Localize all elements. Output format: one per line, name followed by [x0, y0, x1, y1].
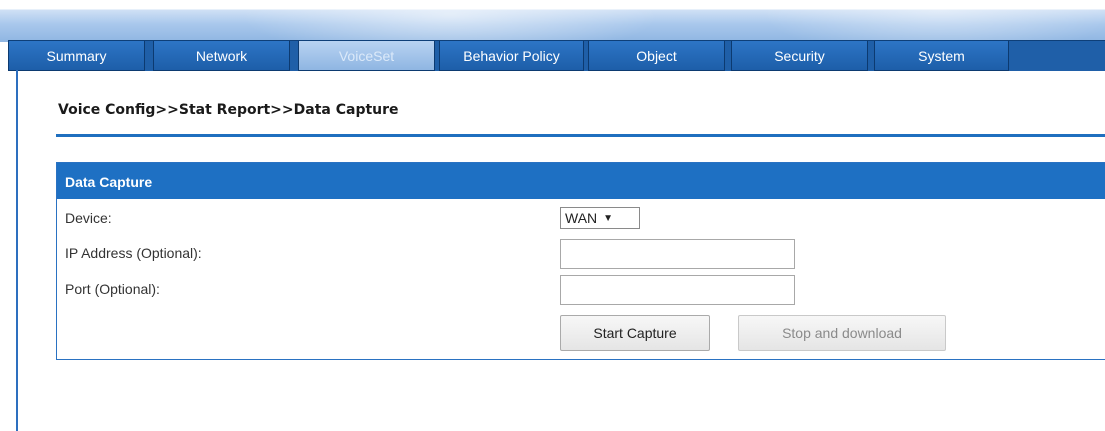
device-label: Device: — [65, 210, 112, 226]
banner-decoration — [240, 0, 660, 42]
device-select[interactable]: WAN ▼ — [560, 207, 640, 229]
ip-address-label: IP Address (Optional): — [65, 245, 202, 261]
ip-address-input[interactable] — [560, 239, 795, 269]
left-rail — [16, 70, 18, 431]
banner-decoration — [760, 0, 1105, 42]
panel-title: Data Capture — [57, 163, 1105, 199]
chevron-down-icon: ▼ — [603, 212, 614, 224]
main-nav-tabs: Summary Network VoiceSet Behavior Policy… — [8, 40, 1105, 71]
tab-network[interactable]: Network — [153, 41, 290, 71]
device-select-value: WAN — [565, 210, 598, 226]
tab-summary[interactable]: Summary — [8, 41, 145, 71]
tab-system[interactable]: System — [874, 41, 1009, 71]
header-divider — [56, 134, 1105, 137]
data-capture-panel: Data Capture Device: WAN ▼ IP Address (O… — [56, 162, 1105, 360]
tab-object[interactable]: Object — [588, 41, 725, 71]
port-input[interactable] — [560, 275, 795, 305]
tab-behavior-policy[interactable]: Behavior Policy — [439, 41, 584, 71]
top-banner — [0, 0, 1105, 42]
tab-voiceset[interactable]: VoiceSet — [298, 41, 435, 71]
tab-security[interactable]: Security — [731, 41, 868, 71]
port-label: Port (Optional): — [65, 281, 160, 297]
stop-and-download-button[interactable]: Stop and download — [738, 315, 946, 351]
start-capture-button[interactable]: Start Capture — [560, 315, 710, 351]
breadcrumb: Voice Config>>Stat Report>>Data Capture — [58, 102, 399, 118]
